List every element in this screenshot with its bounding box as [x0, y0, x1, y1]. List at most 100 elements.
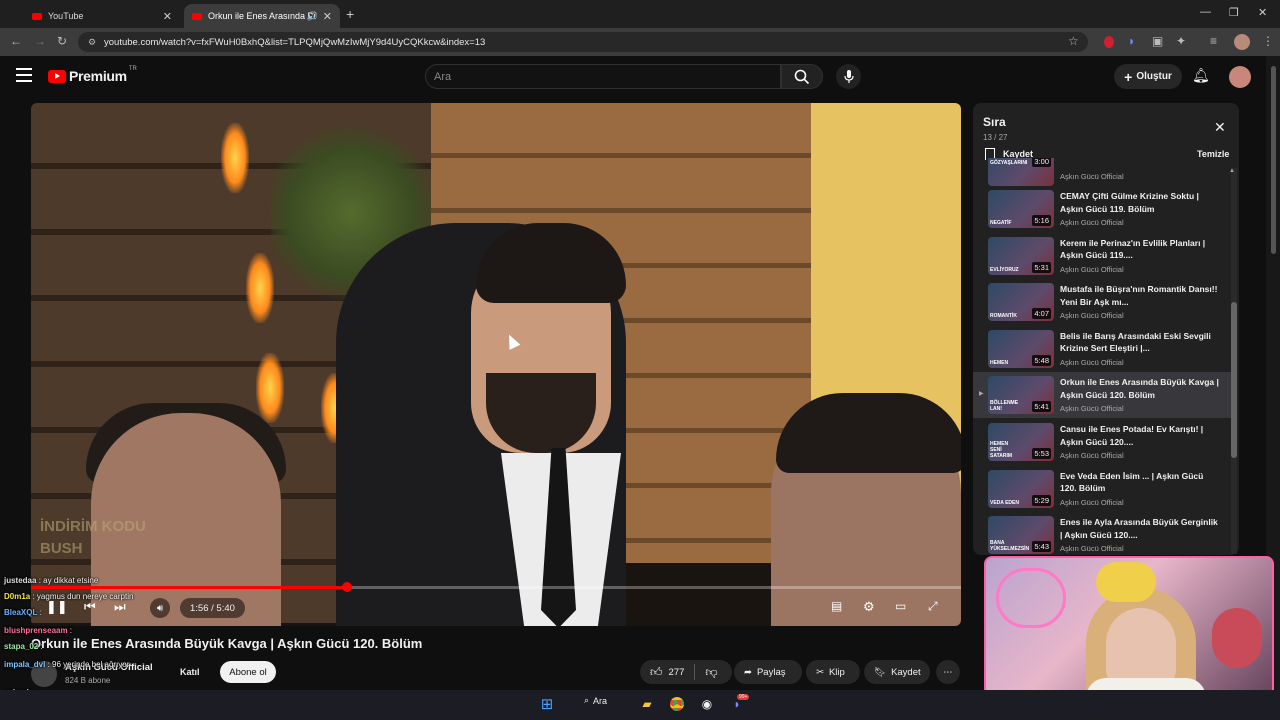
playlist-thumbnail: EVLİYORUZ 5:31 [988, 236, 1054, 275]
playlist-item[interactable]: NEGATİF 5:16 CEMAY Çifti Gülme Krizine Sok… [973, 186, 1231, 232]
chat-message: stapa_02 : [4, 642, 43, 651]
subscribe-button[interactable]: Abone ol [220, 661, 276, 683]
playlist-item[interactable]: HEMEN 5:48 Belis ile Barış Arasındaki Eski… [973, 326, 1231, 372]
clip-button[interactable]: ✂ Klip [806, 660, 860, 684]
join-button[interactable]: Katıl [180, 662, 206, 682]
tab-youtube[interactable]: YouTube ✕ [24, 4, 180, 28]
duration-badge: 5:48 [1032, 354, 1051, 366]
search-icon [794, 69, 810, 84]
video-frame-light [246, 253, 274, 323]
volume-icon[interactable]: 🔊︎ [150, 598, 170, 618]
dislike-button[interactable]: 👎︎ [705, 665, 717, 680]
video-player[interactable] [31, 103, 961, 626]
extension-icon[interactable]: ◗ [1128, 34, 1135, 48]
url-field[interactable]: ⚙ youtube.com/watch?v=fxFWuH0BxhQ&list=T… [78, 32, 1088, 52]
fullscreen-icon[interactable]: ⤢ [928, 599, 938, 614]
duration-badge: 5:43 [1032, 541, 1051, 553]
share-button[interactable]: ➦ Paylaş [734, 660, 802, 684]
time-display: 1:56 / 5:40 [180, 598, 245, 618]
back-icon[interactable]: ← [10, 34, 22, 48]
duration-badge: 5:16 [1032, 215, 1051, 226]
maximize-icon[interactable]: ❐ [1229, 6, 1239, 19]
playlist-thumbnail: HEMEN SENİ SATARIM 5:53 [988, 423, 1054, 461]
chat-message: blushprenseaam : [4, 626, 72, 635]
puzzle-icon[interactable]: ✦ [1176, 34, 1186, 48]
playlist-item[interactable]: HEMEN SENİ SATARIM 5:53 Cansu ile Enes Pot… [973, 419, 1231, 465]
menu-kebab-icon[interactable]: ⋮ [1262, 34, 1274, 48]
chat-username: stapa_02 [4, 642, 39, 651]
previous-icon[interactable]: ⏮︎ [84, 599, 96, 615]
playlist-title: Sıra [983, 115, 1006, 129]
theater-mode-icon[interactable]: ▭ [895, 599, 906, 613]
profile-avatar[interactable] [1234, 34, 1250, 50]
chat-username: D0m1a [4, 592, 31, 601]
file-explorer-icon[interactable]: ▰ [637, 695, 657, 713]
save-button[interactable]: 🔖︎ Kaydet [864, 660, 930, 684]
search-input[interactable]: Ara [425, 64, 781, 89]
playlist-item[interactable]: ▶ BÖLLENME LAN! 5:41 Orkun ile Enes Arasınd… [973, 372, 1231, 419]
playlist-item[interactable]: VEDA EDEN 5:29 Eve Veda Eden İsim ... | Aş… [973, 466, 1231, 512]
playlist-item[interactable]: EVLİYORUZ 5:31 Kerem ile Perinaz'ın Evlili… [973, 233, 1231, 279]
taskbar-search[interactable]: ⌕ Ara [584, 695, 607, 706]
like-button[interactable]: 👍︎ 277 [650, 665, 684, 680]
speaker-icon[interactable]: 🔊 [307, 11, 318, 22]
close-playlist-icon[interactable]: ✕ [1214, 119, 1226, 136]
more-actions-button[interactable]: ⋯ [936, 660, 960, 684]
account-avatar[interactable] [1229, 66, 1251, 88]
playlist-item-channel: Aşkın Gücü Official [1060, 404, 1124, 414]
create-button[interactable]: + Oluştur [1114, 64, 1182, 89]
playlist-item[interactable]: BANA YÜKSELMEZSİN 5:43 Enes ile Ayla Arası… [973, 512, 1231, 558]
duration-badge: 4:07 [1032, 308, 1051, 320]
playlist-item[interactable]: GÖZYAŞLARINI 3:00 Aşkın Gücü Official [973, 158, 1231, 186]
extension-icon[interactable]: ▣ [1152, 34, 1163, 48]
tab-video[interactable]: Orkun ile Enes Arasında Bü 🔊 ✕ [184, 4, 340, 28]
microphone-icon [843, 69, 854, 83]
chat-username: justedaa [4, 576, 37, 585]
hamburger-menu-icon[interactable] [16, 68, 32, 82]
youtube-premium-logo[interactable]: Premium TR [48, 66, 137, 84]
duration-badge: 5:53 [1032, 448, 1051, 459]
playlist-item[interactable]: ROMANTİK 4:07 Mustafa ile Büşra'nın Romant… [973, 279, 1231, 325]
scroll-up-icon[interactable]: ▲ [1229, 168, 1235, 174]
windows-start-icon[interactable]: ⊞ [537, 695, 557, 713]
chat-message: impala_dvl : 96 yerinde bel ağrıyor [4, 660, 129, 669]
bookmark-star-icon[interactable]: ☆ [1068, 34, 1079, 48]
chat-separator: : [67, 626, 73, 635]
extension-icon[interactable] [1104, 36, 1114, 48]
playlist-thumbnail: VEDA EDEN 5:29 [988, 469, 1054, 508]
playlist-scrollbar-thumb[interactable] [1231, 302, 1237, 458]
subtitles-icon[interactable]: ▤ [831, 599, 842, 613]
forward-icon[interactable]: → [34, 34, 46, 48]
close-tab-icon[interactable]: ✕ [323, 10, 332, 23]
thumbnail-caption: VEDA EDEN [990, 499, 1019, 506]
video-title: Orkun ile Enes Arasında Büyük Kavga | Aş… [31, 636, 423, 651]
reload-icon[interactable]: ↻ [57, 34, 67, 48]
thumbs-up-icon: 👍︎ [650, 664, 663, 679]
close-tab-icon[interactable]: ✕ [163, 10, 172, 23]
chat-text: ay dikkat etsine [43, 576, 99, 585]
playlist-thumbnail: NEGATİF 5:16 [988, 190, 1054, 228]
new-tab-button[interactable]: + [346, 6, 354, 22]
chat-text: yagmus dun nereye carptin [36, 592, 134, 601]
obs-icon[interactable]: ◉ [697, 695, 717, 713]
next-icon[interactable]: ⏭︎ [114, 599, 126, 615]
playlist-item-channel: Aşkın Gücü Official [1060, 451, 1124, 460]
duration-badge: 5:29 [1032, 494, 1051, 506]
notifications-bell-icon[interactable]: 🔔︎ [1192, 67, 1210, 84]
page-scrollbar-thumb[interactable] [1271, 66, 1276, 254]
youtube-favicon-icon [32, 12, 42, 20]
reading-list-icon[interactable]: ≡ [1210, 34, 1217, 48]
minimize-icon[interactable]: — [1200, 6, 1211, 18]
pause-icon[interactable]: ❚❚ [46, 599, 68, 615]
divider [694, 664, 696, 680]
neon-sign [996, 568, 1066, 628]
site-info-icon[interactable]: ⚙ [88, 37, 96, 48]
video-frame-light [221, 123, 249, 193]
chrome-icon[interactable] [667, 695, 687, 713]
window-close-icon[interactable]: ✕ [1258, 6, 1267, 19]
video-frame-right-person [776, 393, 961, 473]
search-button[interactable] [781, 64, 823, 89]
settings-gear-icon[interactable]: ⚙ [863, 599, 875, 615]
voice-search-button[interactable] [836, 64, 861, 89]
thumbnail-caption: NEGATİF [990, 220, 1012, 226]
